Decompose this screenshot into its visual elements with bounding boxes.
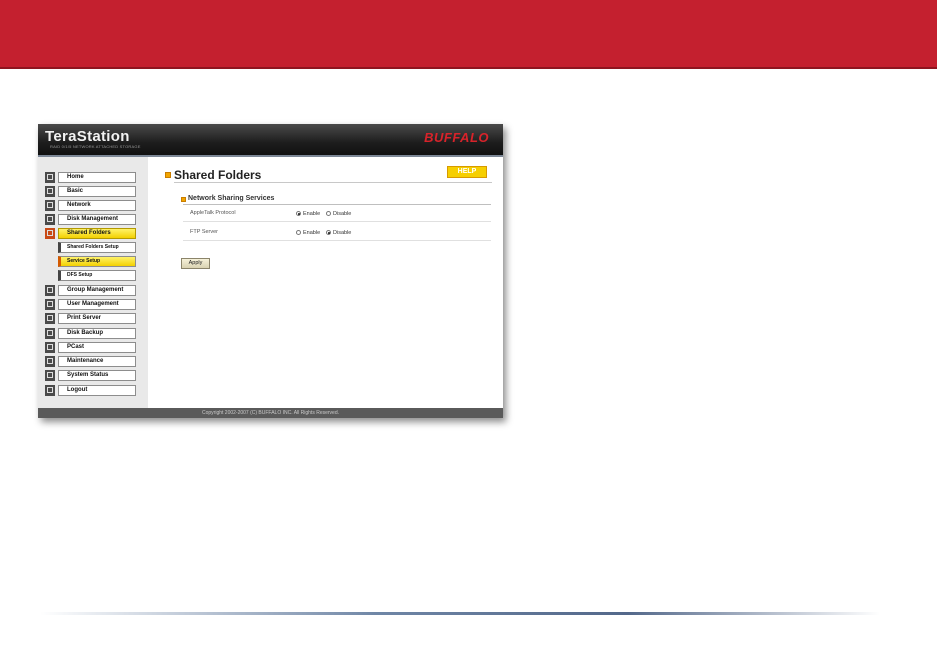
appletalk-label: AppleTalk Protocol	[190, 210, 236, 216]
sidebar-item-shared-folders[interactable]: Shared Folders	[45, 228, 136, 239]
sidebar-item-label: Disk Backup	[58, 328, 136, 339]
page-title: Shared Folders	[174, 168, 262, 182]
printer-icon	[45, 313, 55, 324]
section-title: Network Sharing Services	[188, 195, 275, 202]
maintenance-icon	[45, 356, 55, 367]
copyright-footer: Copyright 2002-2007 (C) BUFFALO INC. All…	[38, 408, 503, 418]
status-icon	[45, 370, 55, 381]
sidebar-item-user-management[interactable]: User Management	[45, 299, 136, 310]
sidebar-subitem-dfs-setup[interactable]: DFS Setup	[58, 270, 136, 281]
title-divider	[174, 182, 492, 183]
sidebar-item-label: System Status	[58, 370, 136, 381]
sidebar-item-label: Home	[58, 172, 136, 183]
ftp-disable-radio[interactable]: Disable	[326, 230, 351, 236]
sidebar-item-label: Logout	[58, 385, 136, 396]
appletalk-enable-radio[interactable]: Enable	[296, 211, 320, 217]
terastation-screenshot: TeraStation RAID 0/1/5 NETWORK ATTACHED …	[38, 124, 503, 418]
help-button[interactable]: HELP	[447, 166, 487, 178]
appletalk-disable-radio[interactable]: Disable	[326, 211, 351, 217]
top-banner	[0, 0, 937, 69]
logout-icon	[45, 385, 55, 396]
sidebar-item-basic[interactable]: Basic	[45, 186, 136, 197]
section-bullet-icon	[181, 197, 186, 202]
sidebar-item-disk-backup[interactable]: Disk Backup	[45, 328, 136, 339]
sidebar-item-pcast[interactable]: PCast	[45, 342, 136, 353]
radio-selected-icon	[326, 230, 331, 235]
sidebar-item-group-management[interactable]: Group Management	[45, 285, 136, 296]
sidebar-item-system-status[interactable]: System Status	[45, 370, 136, 381]
sidebar-item-label: Group Management	[58, 285, 136, 296]
sidebar-item-label: Network	[58, 200, 136, 211]
home-icon	[45, 172, 55, 183]
row-divider	[183, 221, 491, 222]
sidebar-item-maintenance[interactable]: Maintenance	[45, 356, 136, 367]
apply-button[interactable]: Apply	[181, 258, 210, 269]
disk-icon	[45, 214, 55, 225]
network-icon	[45, 200, 55, 211]
sidebar-item-label: Basic	[58, 186, 136, 197]
terastation-logo: TeraStation	[45, 128, 130, 145]
folder-icon	[45, 228, 55, 239]
sidebar-item-logout[interactable]: Logout	[45, 385, 136, 396]
sidebar: Home Basic Network Disk Management Share…	[38, 157, 148, 408]
sidebar-item-label: Print Server	[58, 313, 136, 324]
basic-settings-icon	[45, 186, 55, 197]
pcast-icon	[45, 342, 55, 353]
sidebar-subitem-service-setup[interactable]: Service Setup	[58, 256, 136, 267]
sidebar-item-disk-management[interactable]: Disk Management	[45, 214, 136, 225]
product-tagline: RAID 0/1/5 NETWORK ATTACHED STORAGE	[50, 144, 141, 149]
backup-icon	[45, 328, 55, 339]
section-divider	[183, 204, 491, 205]
sidebar-item-label: User Management	[58, 299, 136, 310]
user-icon	[45, 299, 55, 310]
app-header: TeraStation RAID 0/1/5 NETWORK ATTACHED …	[38, 124, 503, 155]
ftp-enable-radio[interactable]: Enable	[296, 230, 320, 236]
ftp-server-label: FTP Server	[190, 229, 219, 235]
sidebar-item-label: Disk Management	[58, 214, 136, 225]
group-icon	[45, 285, 55, 296]
title-bullet-icon	[165, 172, 171, 178]
radio-selected-icon	[296, 211, 301, 216]
main-content: Shared Folders HELP Network Sharing Serv…	[148, 157, 503, 408]
sidebar-item-label: Maintenance	[58, 356, 136, 367]
sidebar-subitem-shared-folders-setup[interactable]: Shared Folders Setup	[58, 242, 136, 253]
row-divider	[183, 240, 491, 241]
sidebar-item-label: Shared Folders	[58, 228, 136, 239]
bottom-accent-line	[40, 612, 880, 615]
sidebar-item-network[interactable]: Network	[45, 200, 136, 211]
radio-unselected-icon	[296, 230, 301, 235]
sidebar-item-label: PCast	[58, 342, 136, 353]
radio-unselected-icon	[326, 211, 331, 216]
sidebar-item-print-server[interactable]: Print Server	[45, 313, 136, 324]
buffalo-logo: BUFFALO	[424, 130, 489, 145]
sidebar-item-home[interactable]: Home	[45, 172, 136, 183]
